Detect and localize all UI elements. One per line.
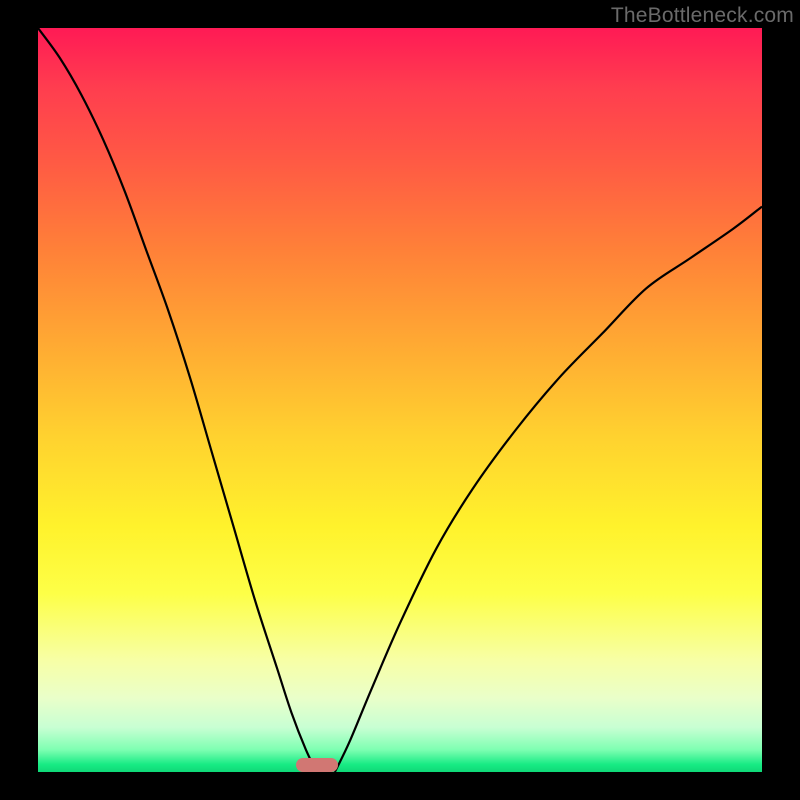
left-branch-curve — [38, 28, 317, 772]
right-branch-curve — [335, 207, 762, 772]
watermark-text: TheBottleneck.com — [611, 4, 794, 28]
plot-area — [38, 28, 762, 772]
chart-frame: TheBottleneck.com — [0, 0, 800, 800]
curve-layer — [38, 28, 762, 772]
minimum-marker — [296, 758, 338, 772]
